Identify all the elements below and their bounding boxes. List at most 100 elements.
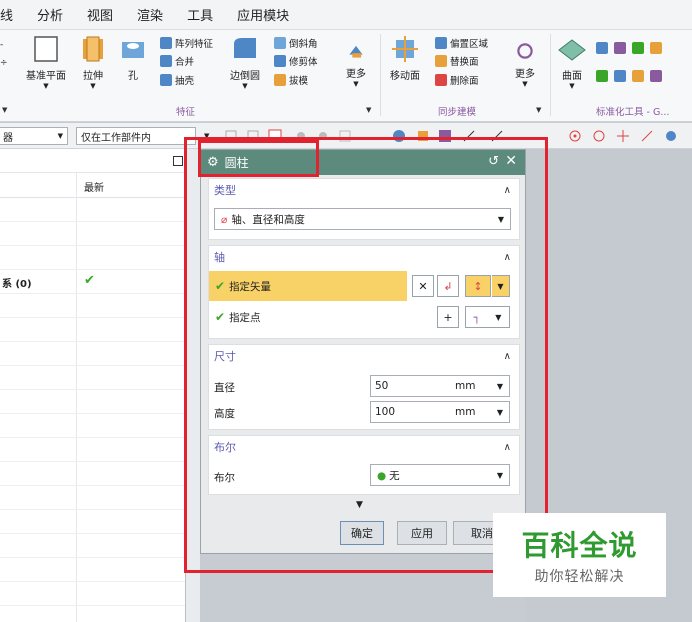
ribbon-left-edge: - bbox=[0, 40, 4, 50]
scope-value: 仅在工作部件内 bbox=[81, 132, 151, 144]
chevron-down-icon[interactable]: ▼ bbox=[536, 106, 541, 114]
std-tool-icon bbox=[596, 70, 608, 82]
pattern-feature-label: 阵列特征 bbox=[175, 39, 214, 50]
table-row[interactable] bbox=[0, 534, 185, 558]
table-row[interactable] bbox=[0, 486, 185, 510]
ribbon-unite[interactable]: 合并 bbox=[160, 54, 194, 68]
more-label-2: 更多 bbox=[515, 69, 535, 80]
maximize-icon[interactable] bbox=[173, 156, 183, 166]
edge-blend-label: 边倒圆 bbox=[230, 71, 260, 82]
std-tool-icon bbox=[650, 70, 662, 82]
ribbon-delete-face[interactable]: 删除面 bbox=[435, 73, 479, 87]
scope-select[interactable]: 仅在工作部件内 bbox=[76, 127, 196, 145]
watermark-subtitle: 助你轻松解决 bbox=[534, 569, 625, 585]
hole-label: 孔 bbox=[128, 71, 138, 82]
datum-plane-button[interactable]: 基准平面 ▼ bbox=[26, 34, 66, 90]
ribbon-left-edge-2: ÷ bbox=[0, 58, 8, 68]
menu-item-tools[interactable]: 工具 bbox=[177, 5, 227, 24]
ribbon-std-tools-row1[interactable] bbox=[596, 42, 665, 54]
chevron-down-icon: ▼ bbox=[242, 82, 248, 90]
chevron-down-icon: ▼ bbox=[522, 80, 528, 88]
more-icon bbox=[517, 43, 533, 59]
offset-region-label: 偏置区域 bbox=[450, 39, 489, 50]
group-label-sync-modeling: 同步建模 bbox=[438, 107, 477, 118]
std-tool-icon bbox=[596, 42, 608, 54]
more-button-1[interactable]: 更多 ▼ bbox=[345, 40, 367, 88]
chamfer-icon bbox=[274, 37, 286, 49]
table-row[interactable] bbox=[0, 246, 185, 270]
move-face-icon bbox=[392, 36, 418, 62]
ribbon-separator bbox=[380, 34, 381, 116]
surface-button[interactable]: 曲面 ▼ bbox=[557, 34, 587, 90]
table-row[interactable]: 系 (0) ✔ bbox=[0, 270, 185, 294]
menu-item-view[interactable]: 视图 bbox=[77, 5, 127, 24]
datum-plane-label: 基准平面 bbox=[26, 71, 66, 82]
part-navigator: 最新 系 (0) ✔ bbox=[0, 149, 186, 622]
table-row[interactable] bbox=[0, 438, 185, 462]
ribbon-shell[interactable]: 抽壳 bbox=[160, 73, 194, 87]
row-label: 系 (0) bbox=[2, 279, 32, 290]
menu-item-application[interactable]: 应用模块 bbox=[227, 5, 303, 24]
ribbon-draft[interactable]: 拔模 bbox=[274, 73, 308, 87]
table-row[interactable] bbox=[0, 582, 185, 606]
ribbon-std-tools-row2[interactable] bbox=[596, 70, 665, 82]
type-filter-value: 器 bbox=[3, 132, 13, 144]
pattern-feature-icon bbox=[160, 37, 172, 49]
table-row[interactable] bbox=[0, 558, 185, 582]
table-row[interactable] bbox=[0, 318, 185, 342]
draft-label: 拔模 bbox=[289, 76, 309, 87]
column-header-latest[interactable]: 最新 bbox=[84, 179, 104, 194]
group-label-feature: 特征 bbox=[176, 107, 196, 118]
extrude-button[interactable]: 拉伸 ▼ bbox=[78, 34, 108, 90]
std-tool-icon bbox=[632, 70, 644, 82]
trim-body-label: 修剪体 bbox=[289, 57, 318, 68]
menu-item-render[interactable]: 渲染 bbox=[127, 5, 177, 24]
table-row[interactable] bbox=[0, 462, 185, 486]
ribbon-trim-body[interactable]: 修剪体 bbox=[274, 54, 318, 68]
std-tool-icon bbox=[614, 42, 626, 54]
hole-button[interactable]: 孔 bbox=[118, 34, 148, 82]
chevron-down-icon[interactable]: ▼ bbox=[366, 106, 371, 114]
move-face-button[interactable]: 移动面 bbox=[390, 34, 420, 82]
datum-plane-icon bbox=[34, 36, 58, 62]
table-row[interactable] bbox=[0, 198, 185, 222]
ribbon-chamfer[interactable]: 倒斜角 bbox=[274, 36, 318, 50]
chevron-down-icon[interactable]: ▼ bbox=[2, 106, 7, 114]
delete-face-label: 删除面 bbox=[450, 76, 479, 87]
ribbon-offset-region[interactable]: 偏置区域 bbox=[435, 36, 488, 50]
group-label-std-tools: 标准化工具 - G... bbox=[596, 107, 670, 118]
table-row[interactable] bbox=[0, 294, 185, 318]
table-row[interactable] bbox=[0, 390, 185, 414]
shell-icon bbox=[160, 74, 172, 86]
table-row[interactable] bbox=[0, 510, 185, 534]
menu-item-analysis[interactable]: 分析 bbox=[27, 5, 77, 24]
ribbon-pattern-feature[interactable]: 阵列特征 bbox=[160, 36, 213, 50]
table-row[interactable] bbox=[0, 342, 185, 366]
edge-blend-button[interactable]: 边倒圆 ▼ bbox=[230, 34, 260, 90]
more-icon bbox=[349, 45, 363, 58]
chevron-down-icon: ▼ bbox=[43, 82, 49, 90]
navigator-toolbar bbox=[0, 149, 185, 173]
delete-face-icon bbox=[435, 74, 447, 86]
menu-item-curve[interactable]: 线 bbox=[0, 5, 27, 24]
table-row[interactable] bbox=[0, 606, 185, 622]
hole-icon bbox=[122, 42, 144, 58]
quadrant-point-icon[interactable] bbox=[592, 129, 606, 143]
menu-bar: 线 分析 视图 渲染 工具 应用模块 bbox=[0, 0, 692, 30]
replace-face-icon bbox=[435, 55, 447, 67]
more-button-2[interactable]: 更多 ▼ bbox=[514, 40, 536, 88]
cross-point-icon[interactable] bbox=[616, 129, 630, 143]
navigator-header: 最新 bbox=[0, 173, 185, 198]
snap-icon[interactable] bbox=[664, 129, 678, 143]
unite-label: 合并 bbox=[175, 57, 195, 68]
chamfer-label: 倒斜角 bbox=[289, 39, 318, 50]
ribbon-replace-face[interactable]: 替换面 bbox=[435, 54, 479, 68]
type-filter-select[interactable]: 器 ▼ bbox=[0, 127, 68, 145]
table-row[interactable] bbox=[0, 414, 185, 438]
table-row[interactable] bbox=[0, 366, 185, 390]
table-row[interactable] bbox=[0, 222, 185, 246]
chevron-down-icon: ▼ bbox=[90, 82, 96, 90]
ribbon: - ÷ 基准平面 ▼ 拉伸 ▼ 孔 阵列特征 合并 抽壳 边倒圆 ▼ 倒斜角 修… bbox=[0, 30, 692, 122]
center-point-icon[interactable] bbox=[568, 129, 582, 143]
line-icon[interactable] bbox=[640, 129, 654, 143]
